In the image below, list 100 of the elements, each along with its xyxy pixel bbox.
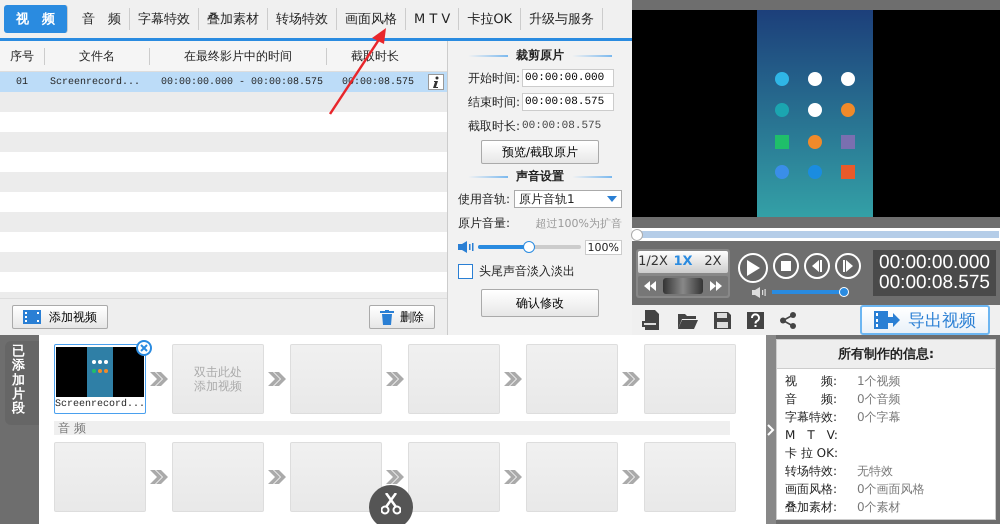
play-icon bbox=[746, 260, 760, 276]
info-label: 视 频: bbox=[785, 372, 838, 390]
clip-slot[interactable] bbox=[290, 442, 382, 512]
chevron-icon bbox=[622, 470, 640, 484]
audio-track-label: 音 频 bbox=[54, 421, 730, 435]
confirm-button[interactable]: 确认修改 bbox=[481, 289, 599, 317]
field-label: 原片音量: bbox=[458, 214, 510, 232]
tab[interactable]: 升级与服务 bbox=[521, 8, 604, 30]
chevron-icon bbox=[150, 470, 168, 484]
clip-slot[interactable] bbox=[54, 442, 146, 512]
tab[interactable]: 叠加素材 bbox=[199, 8, 268, 30]
tab[interactable]: 卡拉OK bbox=[459, 8, 522, 30]
export-video-button[interactable]: 导出视频 bbox=[860, 305, 990, 335]
field-label: 使用音轨: bbox=[458, 190, 510, 208]
delete-button[interactable]: 删除 bbox=[369, 305, 435, 329]
add-video-button[interactable]: 添加视频 bbox=[12, 305, 108, 329]
save-icon[interactable] bbox=[714, 312, 731, 328]
speed-option[interactable]: 2X bbox=[698, 250, 728, 272]
info-label: 叠加素材: bbox=[785, 498, 838, 516]
info-label: 画面风格: bbox=[785, 480, 838, 498]
clip-slot[interactable] bbox=[644, 442, 736, 512]
chevron-icon bbox=[504, 470, 522, 484]
clip-caption: Screenrecord... bbox=[55, 399, 146, 410]
duration-value: 00:00:08.575 bbox=[522, 120, 602, 132]
previous-frame-icon bbox=[811, 260, 823, 272]
stop-button[interactable] bbox=[773, 252, 799, 278]
clip-slot[interactable] bbox=[290, 344, 382, 414]
clip-slot[interactable] bbox=[526, 442, 618, 512]
speaker-icon bbox=[458, 241, 474, 253]
side-tab[interactable]: 已添加片段 bbox=[5, 341, 39, 425]
volume-handle[interactable] bbox=[838, 287, 849, 297]
tab[interactable]: 音 频 bbox=[74, 8, 130, 30]
tab[interactable]: 视 频 bbox=[4, 5, 68, 33]
field-label: 开始时间: bbox=[468, 70, 520, 86]
share-icon[interactable] bbox=[780, 312, 796, 328]
chevron-icon bbox=[386, 372, 404, 386]
track-dropdown[interactable]: 原片音轨1 bbox=[514, 190, 622, 208]
volume-value: 100% bbox=[584, 240, 622, 254]
slider-thumb[interactable] bbox=[523, 241, 536, 253]
stop-icon bbox=[781, 260, 791, 270]
chevron-icon bbox=[150, 372, 168, 386]
checkbox[interactable] bbox=[458, 264, 473, 278]
chevron-icon bbox=[504, 372, 522, 386]
caret-icon bbox=[607, 196, 617, 202]
speed-option[interactable]: 1/2X bbox=[638, 250, 668, 272]
info-icon[interactable] bbox=[428, 74, 444, 90]
column-header: 在最终影片中的时间 bbox=[150, 48, 327, 64]
section-title: 裁剪原片 bbox=[516, 47, 564, 64]
total-time: 00:00:08.575 bbox=[879, 273, 990, 293]
info-value: 无特效 bbox=[857, 462, 893, 480]
previous-frame-button[interactable] bbox=[804, 252, 830, 278]
folder-icon[interactable] bbox=[678, 312, 698, 328]
info-label: 转场特效: bbox=[785, 462, 838, 480]
seek-handle[interactable] bbox=[631, 229, 643, 241]
volume-hint: 超过100%为扩音 bbox=[536, 216, 622, 230]
info-label: 音 频: bbox=[785, 390, 838, 408]
tab[interactable]: 字幕特效 bbox=[130, 8, 199, 30]
end-time-field[interactable]: 00:00:08.575 bbox=[522, 93, 614, 111]
new-file-icon[interactable] bbox=[642, 310, 662, 330]
clip-slot[interactable] bbox=[644, 344, 736, 414]
column-header: 文件名 bbox=[45, 48, 150, 64]
field-label: 截取时长: bbox=[468, 118, 520, 134]
clip-slot[interactable] bbox=[172, 442, 264, 512]
table-cell-text: 00:00:00.000 - 00:00:08.575 bbox=[160, 76, 324, 88]
speaker-icon bbox=[752, 286, 766, 298]
chevron-icon bbox=[386, 470, 404, 484]
clip-slot[interactable] bbox=[526, 344, 618, 414]
fast-forward-icon[interactable] bbox=[710, 280, 722, 290]
next-frame-button[interactable] bbox=[835, 252, 861, 278]
rewind-icon[interactable] bbox=[644, 280, 656, 290]
tab[interactable]: 转场特效 bbox=[268, 8, 337, 30]
section-title: 声音设置 bbox=[516, 168, 564, 185]
info-value: 0个音频 bbox=[857, 390, 901, 408]
info-title: 所有制作的信息: bbox=[777, 340, 995, 369]
checkbox-label: 头尾声音淡入淡出 bbox=[479, 262, 575, 280]
current-time: 00:00:00.000 bbox=[879, 253, 990, 273]
help-icon[interactable] bbox=[747, 312, 764, 328]
column-header: 序号 bbox=[0, 48, 45, 64]
preview-trim-button[interactable]: 预览/截取原片 bbox=[481, 140, 599, 164]
info-value: 1个视频 bbox=[857, 372, 901, 390]
chevron-icon bbox=[622, 372, 640, 386]
info-value: 0个字幕 bbox=[857, 408, 901, 426]
chevron-icon bbox=[268, 470, 286, 484]
table-cell-text: Screenrecord... bbox=[49, 76, 142, 88]
tab[interactable]: M T V bbox=[406, 8, 460, 30]
jog-wheel[interactable] bbox=[663, 278, 703, 294]
film-icon bbox=[23, 310, 43, 324]
info-value: 0个素材 bbox=[857, 498, 901, 516]
chevron-icon bbox=[268, 372, 286, 386]
info-label: 卡 拉 OK: bbox=[785, 444, 839, 462]
close-icon[interactable] bbox=[136, 340, 152, 356]
play-button[interactable] bbox=[738, 252, 768, 282]
export-icon bbox=[874, 311, 900, 329]
next-frame-icon bbox=[842, 260, 854, 272]
clip-slot[interactable] bbox=[408, 344, 500, 414]
video-clip[interactable]: Screenrecord... bbox=[54, 344, 146, 414]
start-time-field[interactable]: 00:00:00.000 bbox=[522, 69, 614, 87]
clip-slot[interactable] bbox=[408, 442, 500, 512]
info-label: M T V: bbox=[785, 426, 839, 444]
scissors-button[interactable] bbox=[369, 485, 413, 524]
